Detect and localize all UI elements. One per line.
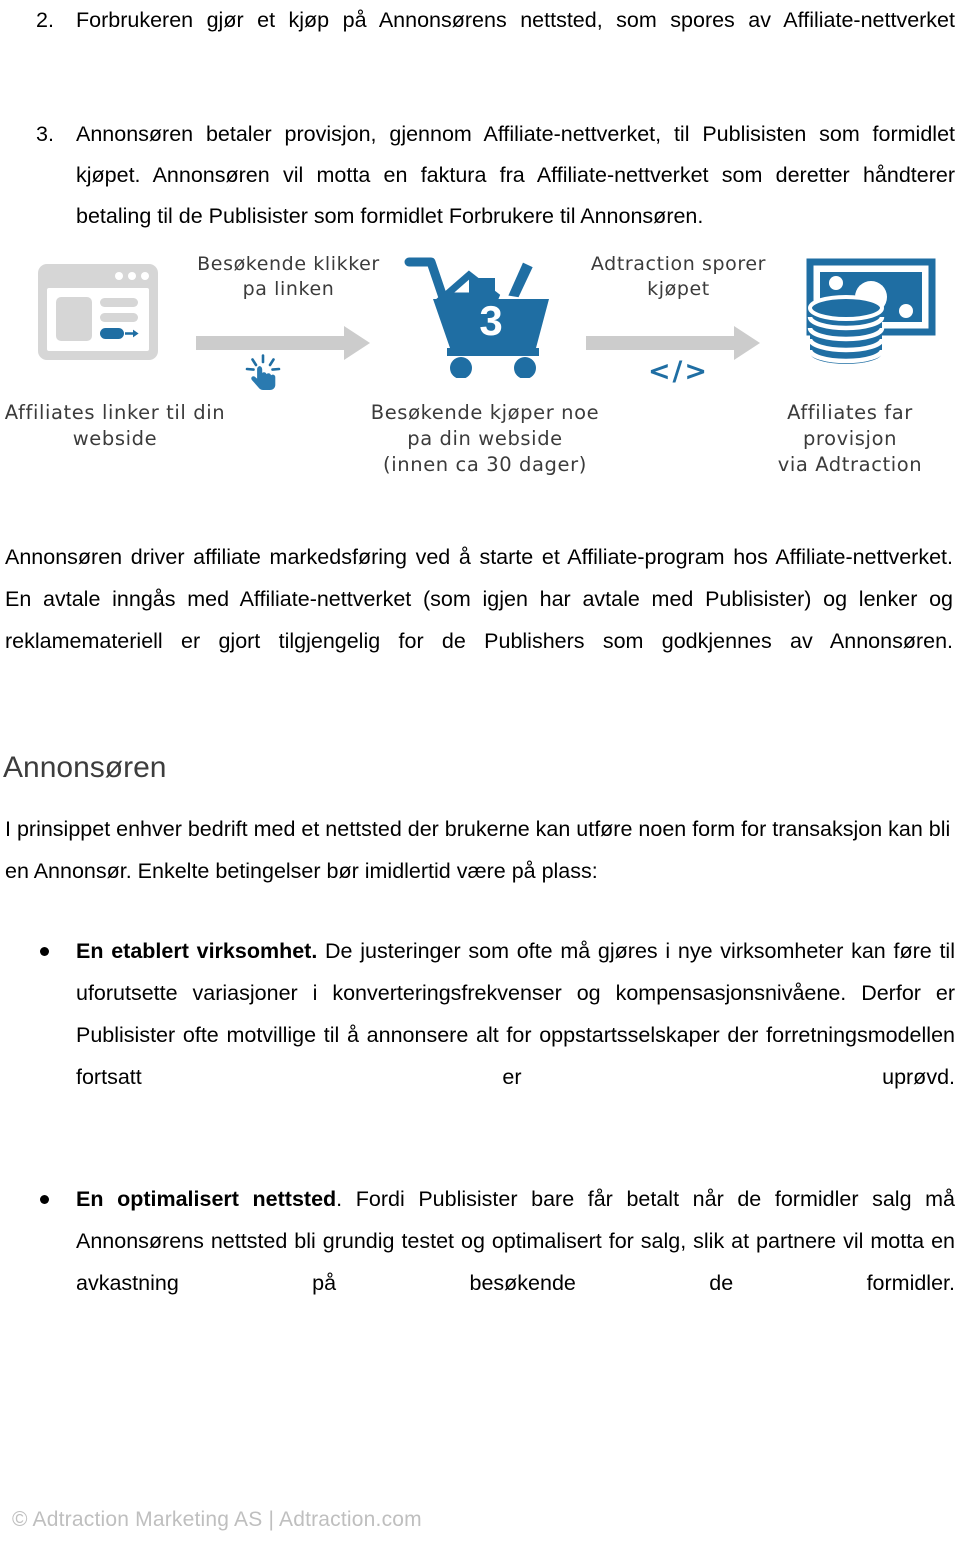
step-3-caption: Affiliates far provisjon via Adtraction: [740, 400, 960, 478]
arrow-2-head: [734, 326, 760, 360]
list-item: En optimalisert nettsted. Fordi Publisis…: [0, 1178, 960, 1346]
caption-line: Affiliates linker til din webside: [4, 401, 226, 450]
cart-badge-number: 3: [479, 297, 502, 344]
content-line: [100, 313, 138, 322]
document-page: 2. Forbrukeren gjør et kjøp på Annonsøre…: [0, 0, 960, 1543]
bullet-text: En etablert virksomhet. De justeringer s…: [76, 939, 955, 1131]
arrow-2-label: Adtraction sporer kjøpet: [586, 252, 771, 302]
list-item: 3. Annonsøren betaler provisjon, gjennom…: [0, 114, 960, 237]
step-1-caption: Affiliates linker til din webside: [0, 400, 230, 452]
click-cursor-icon: [245, 354, 281, 390]
arrow-1-head: [344, 326, 370, 360]
affiliate-link-button: [100, 328, 124, 339]
paragraph-affiliate: Annonsøren driver affiliate markedsførin…: [5, 536, 953, 704]
arrow-2-shaft: [586, 336, 736, 350]
browser-screen: [47, 288, 149, 351]
list-item: En etablert virksomhet. De justeringer s…: [0, 930, 960, 1140]
content-line: [100, 298, 138, 307]
bullet-lead: En optimalisert nettsted: [76, 1187, 337, 1211]
paragraph-intro: I prinsippet enhver bedrift med et netts…: [5, 808, 953, 892]
arrow-1-label-text: Besøkende klikker pa linken: [197, 253, 380, 300]
arrow-2-group: Adtraction sporer kjøpet </>: [586, 252, 771, 402]
bullet-text: En optimalisert nettsted. Fordi Publisis…: [76, 1187, 955, 1337]
window-dots: [115, 272, 149, 280]
window-dot: [141, 272, 149, 280]
arrow-1-shaft: [196, 336, 346, 350]
window-dot: [128, 272, 136, 280]
caption-line: Besøkende kjøper noe pa din webside (inn…: [370, 401, 600, 476]
list-item-text: Forbrukeren gjør et kjøp på Annonsørens …: [76, 8, 955, 32]
list-item: 2. Forbrukeren gjør et kjøp på Annonsøre…: [0, 0, 960, 82]
affiliate-flow-illustration: Affiliates linker til din webside Besøke…: [0, 232, 960, 487]
step-2-caption: Besøkende kjøper noe pa din webside (inn…: [350, 400, 620, 478]
bullet-dot-icon: [40, 947, 49, 956]
arrow-1-group: Besøkende klikker pa linken: [196, 252, 381, 402]
conditions-bullet-list: En etablert virksomhet. De justeringer s…: [0, 930, 960, 1346]
link-arrow-icon: [125, 329, 139, 338]
page-footer: © Adtraction Marketing AS | Adtraction.c…: [12, 1508, 422, 1531]
list-marker: 3.: [36, 122, 54, 146]
content-thumbnail: [56, 297, 92, 341]
numbered-list: 2. Forbrukeren gjør et kjøp på Annonsøre…: [0, 0, 960, 237]
list-marker: 2.: [36, 8, 54, 32]
bullet-dot-icon: [40, 1195, 49, 1204]
paragraph-text: I prinsippet enhver bedrift med et netts…: [5, 817, 951, 883]
code-tag-icon: </>: [647, 356, 710, 387]
paragraph-text: Annonsøren driver affiliate markedsførin…: [5, 545, 953, 653]
arrow-2-label-text: Adtraction sporer kjøpet: [590, 253, 767, 300]
bullet-lead: En etablert virksomhet.: [76, 939, 318, 963]
arrow-1-label: Besøkende klikker pa linken: [196, 252, 381, 302]
list-item-text: Annonsøren betaler provisjon, gjennom Af…: [76, 122, 955, 228]
caption-line: Affiliates far provisjon via Adtraction: [777, 401, 923, 476]
window-dot: [115, 272, 123, 280]
browser-window-icon: [38, 264, 158, 360]
money-coins-icon: [806, 258, 936, 364]
page-heading: Annonsøren: [3, 751, 167, 784]
shopping-cart-icon: 3: [404, 254, 549, 378]
